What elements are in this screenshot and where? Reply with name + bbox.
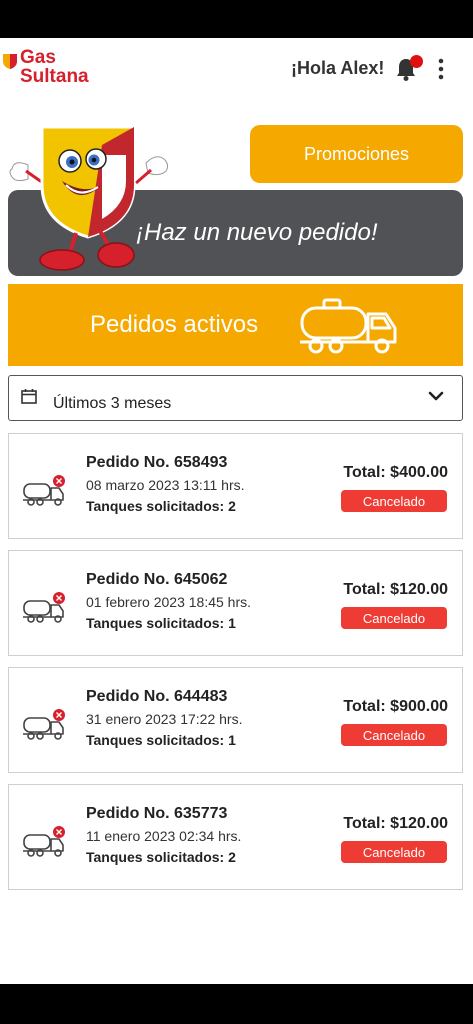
date-range-value: Últimos 3 meses <box>53 395 172 412</box>
calendar-icon <box>21 389 37 404</box>
order-total: Total: $900.00 <box>343 698 448 715</box>
status-badge: Cancelado <box>341 607 447 629</box>
active-orders-banner[interactable]: Pedidos activos <box>8 284 463 366</box>
order-number: Pedido No. 635773 <box>86 805 228 822</box>
chevron-down-icon[interactable] <box>428 390 444 402</box>
shield-logo-icon <box>3 54 17 69</box>
order-total: Total: $120.00 <box>343 815 448 832</box>
date-range-select[interactable]: Últimos 3 meses <box>8 375 463 421</box>
order-date: 08 marzo 2023 13:11 hrs. <box>86 477 245 493</box>
order-total: Total: $400.00 <box>343 464 448 481</box>
order-tanks: Tanques solicitados: 1 <box>86 615 236 631</box>
brand-line2: Sultana <box>20 66 89 87</box>
tanker-truck-cancelled-icon <box>23 592 65 623</box>
order-date: 31 enero 2023 17:22 hrs. <box>86 711 243 727</box>
more-vertical-icon[interactable] <box>436 58 446 80</box>
order-number: Pedido No. 644483 <box>86 688 228 705</box>
order-total: Total: $120.00 <box>343 581 448 598</box>
status-badge: Cancelado <box>341 841 447 863</box>
notification-badge <box>410 55 423 68</box>
tanker-truck-cancelled-icon <box>23 826 65 857</box>
order-date: 11 enero 2023 02:34 hrs. <box>86 828 242 844</box>
active-orders-label: Pedidos activos <box>90 311 259 338</box>
order-date: 01 febrero 2023 18:45 hrs. <box>86 594 252 610</box>
promotions-button[interactable]: Promociones <box>250 125 463 183</box>
greeting-text: ¡Hola Alex! <box>291 58 385 78</box>
mascot-illustration <box>9 125 169 271</box>
order-number: Pedido No. 658493 <box>86 454 228 471</box>
status-badge: Cancelado <box>341 490 447 512</box>
brand-line1: Gas <box>20 47 56 68</box>
order-tanks: Tanques solicitados: 2 <box>86 849 236 865</box>
order-card[interactable]: Pedido No. 644483 31 enero 2023 17:22 hr… <box>8 667 463 773</box>
tanker-truck-icon <box>300 298 397 354</box>
navigation-bar <box>0 984 473 1024</box>
order-tanks: Tanques solicitados: 2 <box>86 498 236 514</box>
tanker-truck-cancelled-icon <box>23 475 65 506</box>
gas-sultana-logo: Gas Sultana <box>2 48 112 92</box>
order-number: Pedido No. 645062 <box>86 571 228 588</box>
order-card[interactable]: Pedido No. 635773 11 enero 2023 02:34 hr… <box>8 784 463 890</box>
status-bar <box>0 0 473 38</box>
tanker-truck-cancelled-icon <box>23 709 65 740</box>
order-card[interactable]: Pedido No. 645062 01 febrero 2023 18:45 … <box>8 550 463 656</box>
order-tanks: Tanques solicitados: 1 <box>86 732 236 748</box>
status-badge: Cancelado <box>341 724 447 746</box>
order-card[interactable]: Pedido No. 658493 08 marzo 2023 13:11 hr… <box>8 433 463 539</box>
